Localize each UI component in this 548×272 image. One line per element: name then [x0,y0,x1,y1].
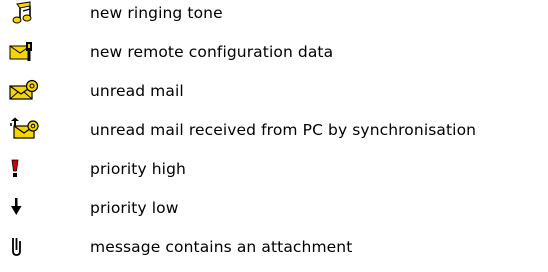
legend-label: message contains an attachment [90,238,353,256]
legend-row-priority-high: priority high [0,156,548,182]
icon-legend: new ringing tone new remote configuratio… [0,0,548,272]
legend-row-attachment: message contains an attachment [0,234,548,260]
legend-label: priority low [90,199,179,217]
legend-label: priority high [90,160,186,178]
legend-label: unread mail received from PC by synchron… [90,121,477,139]
ringing-tone-icon [8,0,40,26]
legend-label: new ringing tone [90,4,223,22]
legend-label: unread mail [90,82,184,100]
attachment-icon [8,234,40,260]
synchronised-mail-icon [8,117,40,143]
unread-mail-icon [8,78,40,104]
legend-row-remote-configuration: new remote configuration data [0,39,548,65]
legend-row-ringing-tone: new ringing tone [0,0,548,26]
legend-row-priority-low: priority low [0,195,548,221]
priority-high-icon [8,156,40,182]
priority-low-icon [8,195,40,221]
legend-label: new remote configuration data [90,43,334,61]
legend-row-synchronised-mail: unread mail received from PC by synchron… [0,117,548,143]
remote-configuration-icon [8,39,40,65]
legend-row-unread-mail: unread mail [0,78,548,104]
